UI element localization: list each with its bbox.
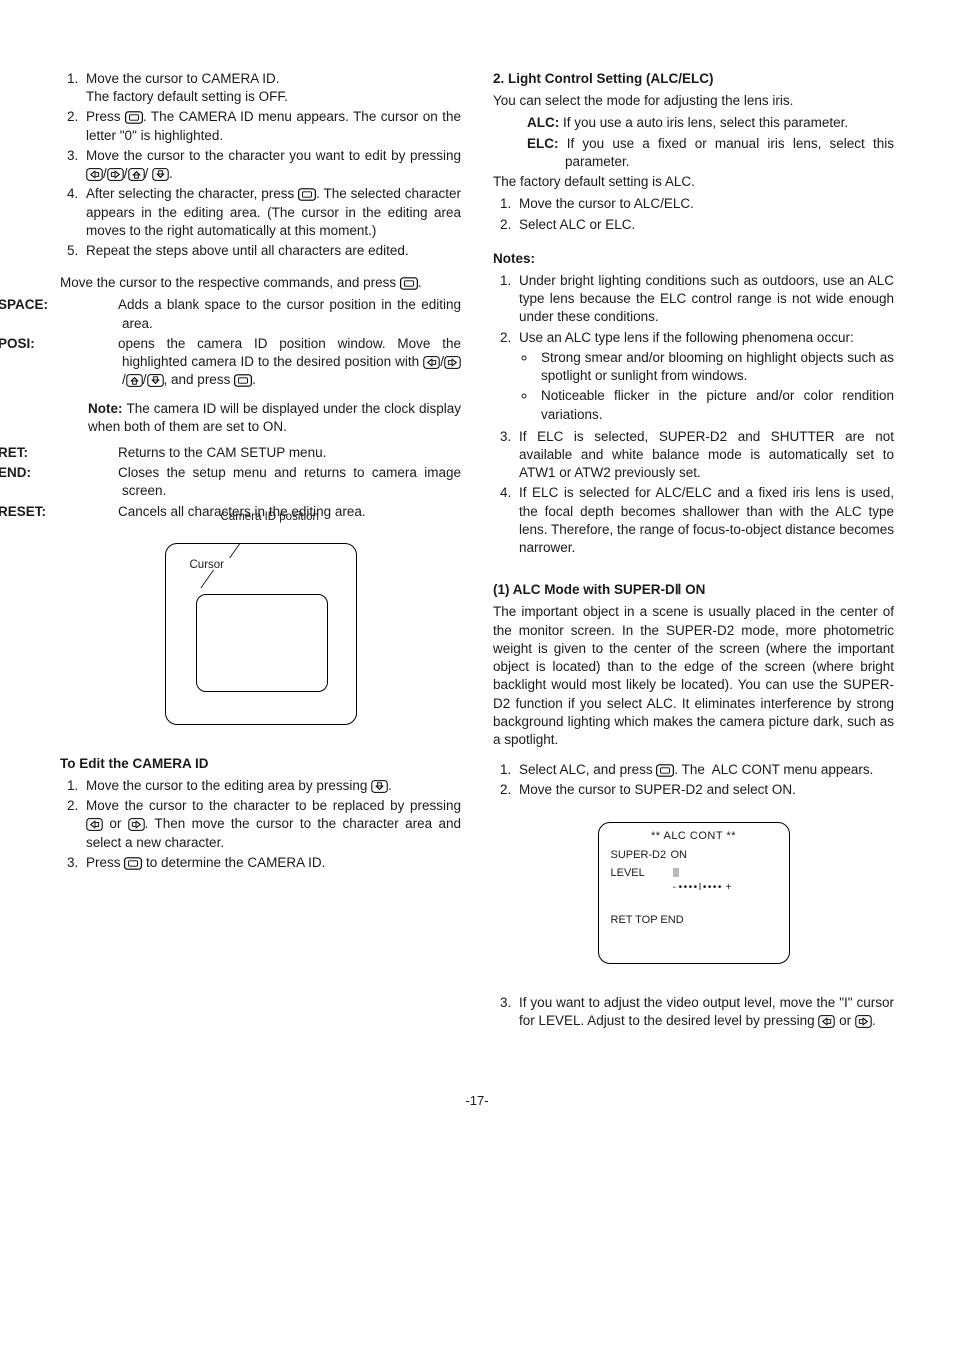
- note: Use an ALC type lens if the following ph…: [515, 329, 894, 424]
- super-d2-paragraph: The important object in a scene is usual…: [493, 603, 894, 749]
- up-arrow-icon: [128, 168, 145, 181]
- left-column: Move the cursor to CAMERA ID.The factory…: [60, 70, 461, 1042]
- set-button-icon: [234, 374, 252, 387]
- note-sublist: Strong smear and/or blooming on highligh…: [519, 349, 894, 424]
- step: Press . The CAMERA ID menu appears. The …: [82, 108, 461, 144]
- notes-heading: Notes:: [493, 250, 894, 268]
- super-d2-steps-a: Select ALC, and press . The ALC CONT men…: [493, 761, 894, 799]
- note-bullet: Noticeable flicker in the picture and/or…: [537, 387, 894, 423]
- alc-menu-superd2-row: SUPER-D2ON: [599, 844, 789, 863]
- step: Select ALC or ELC.: [515, 216, 894, 234]
- alc-menu-footer: RET TOP END: [599, 895, 789, 928]
- step: After selecting the character, press . T…: [82, 185, 461, 240]
- camera-id-position-diagram: Camera ID position Cursor: [60, 543, 461, 725]
- alc-default: The factory default setting is ALC.: [493, 173, 894, 191]
- space-text: Adds a blank space to the cursor positio…: [118, 297, 461, 330]
- left-arrow-icon: [86, 168, 103, 181]
- down-arrow-icon: [371, 780, 388, 793]
- posi-command: POSI:opens the camera ID position window…: [60, 335, 461, 390]
- reset-label: RESET:: [60, 503, 118, 521]
- alc-menu-level-row: LEVEL: [599, 862, 789, 881]
- two-column-layout: Move the cursor to CAMERA ID.The factory…: [60, 70, 894, 1042]
- up-arrow-icon: [126, 374, 143, 387]
- down-arrow-icon: [152, 168, 169, 181]
- edit-camera-id-heading: To Edit the CAMERA ID: [60, 755, 461, 773]
- diagram-cursor-label: Cursor: [190, 558, 225, 574]
- step: Repeat the steps above until all charact…: [82, 242, 461, 260]
- posi-note: Note: The camera ID will be displayed un…: [60, 400, 461, 436]
- right-arrow-icon: [128, 818, 145, 831]
- step: Move the cursor to ALC/ELC.: [515, 195, 894, 213]
- super-d2-heading: (1) ALC Mode with SUPER-DⅡ ON: [493, 581, 894, 599]
- step: Move the cursor to SUPER-D2 and select O…: [515, 781, 894, 799]
- ret-text: Returns to the CAM SETUP menu.: [118, 445, 326, 460]
- step: If you want to adjust the video output l…: [515, 994, 894, 1030]
- elc-desc: ELC: If you use a fixed or manual iris l…: [493, 135, 894, 171]
- alc-menu-level-scale: - ••••I•••• +: [599, 881, 789, 895]
- level-cursor-icon: [673, 868, 679, 877]
- space-command: SPACE:Adds a blank space to the cursor p…: [60, 296, 461, 332]
- set-button-icon: [125, 111, 143, 124]
- set-button-icon: [298, 188, 316, 201]
- posi-label: POSI:: [60, 335, 118, 353]
- space-label: SPACE:: [60, 296, 118, 314]
- step: Move the cursor to the character you wan…: [82, 147, 461, 183]
- diagram-caption: Camera ID position: [221, 510, 319, 526]
- note: If ELC is selected, SUPER-D2 and SHUTTER…: [515, 428, 894, 483]
- set-button-icon: [656, 764, 674, 777]
- set-button-icon: [400, 277, 418, 290]
- note: If ELC is selected for ALC/ELC and a fix…: [515, 484, 894, 557]
- set-button-icon: [124, 857, 142, 870]
- left-arrow-icon: [818, 1015, 835, 1028]
- notes-list: Under bright lighting conditions such as…: [493, 272, 894, 557]
- alc-cont-menu-diagram: ** ALC CONT ** SUPER-D2ON LEVEL - ••••I•…: [493, 822, 894, 964]
- right-arrow-icon: [444, 356, 461, 369]
- step: Move the cursor to the character to be r…: [82, 797, 461, 852]
- alc-elc-heading: 2. Light Control Setting (ALC/ELC): [493, 70, 894, 88]
- down-arrow-icon: [147, 374, 164, 387]
- step: Press to determine the CAMERA ID.: [82, 854, 461, 872]
- step: Select ALC, and press . The ALC CONT men…: [515, 761, 894, 779]
- ret-command: RET:Returns to the CAM SETUP menu.: [60, 444, 461, 462]
- super-d2-steps-b: If you want to adjust the video output l…: [493, 994, 894, 1030]
- command-intro: Move the cursor to the respective comman…: [60, 274, 461, 292]
- right-arrow-icon: [855, 1015, 872, 1028]
- ret-label: RET:: [60, 444, 118, 462]
- alc-desc: ALC: If you use a auto iris lens, select…: [493, 114, 894, 132]
- right-column: 2. Light Control Setting (ALC/ELC) You c…: [493, 70, 894, 1042]
- step: Move the cursor to the editing area by p…: [82, 777, 461, 795]
- right-arrow-icon: [107, 168, 124, 181]
- alc-steps: Move the cursor to ALC/ELC. Select ALC o…: [493, 195, 894, 233]
- end-command: END:Closes the setup menu and returns to…: [60, 464, 461, 500]
- note-bullet: Strong smear and/or blooming on highligh…: [537, 349, 894, 385]
- alc-intro: You can select the mode for adjusting th…: [493, 92, 894, 110]
- left-arrow-icon: [423, 356, 440, 369]
- end-text: Closes the setup menu and returns to cam…: [118, 465, 461, 498]
- note: Under bright lighting conditions such as…: [515, 272, 894, 327]
- page-number: -17-: [60, 1092, 894, 1110]
- step: Move the cursor to CAMERA ID.The factory…: [82, 70, 461, 106]
- camera-id-steps: Move the cursor to CAMERA ID.The factory…: [60, 70, 461, 260]
- alc-menu-title: ** ALC CONT **: [599, 823, 789, 844]
- left-arrow-icon: [86, 818, 103, 831]
- end-label: END:: [60, 464, 118, 482]
- edit-camera-id-steps: Move the cursor to the editing area by p…: [60, 777, 461, 872]
